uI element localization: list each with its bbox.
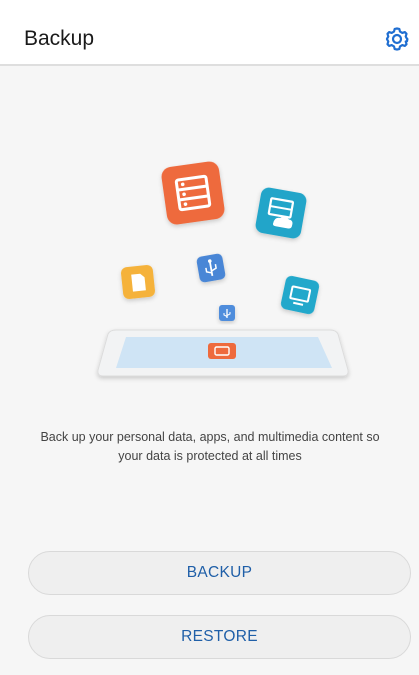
gear-icon[interactable] (383, 25, 411, 53)
backup-screen: Backup Back up your personal data, apps,… (0, 0, 419, 675)
phone-icon (97, 329, 349, 377)
sd-card-icon (121, 265, 155, 299)
app-header: Backup (0, 0, 419, 66)
page-title: Backup (24, 27, 95, 50)
backup-illustration (97, 161, 349, 377)
document-list-icon (161, 161, 225, 225)
usb-small-icon (219, 305, 235, 321)
backup-description: Back up your personal data, apps, and mu… (40, 430, 380, 463)
usb-icon (196, 253, 226, 283)
backup-button[interactable]: BACKUP (28, 551, 411, 595)
restore-button[interactable]: RESTORE (28, 615, 411, 659)
cloud-storage-icon (255, 187, 307, 239)
monitor-icon (280, 275, 320, 315)
